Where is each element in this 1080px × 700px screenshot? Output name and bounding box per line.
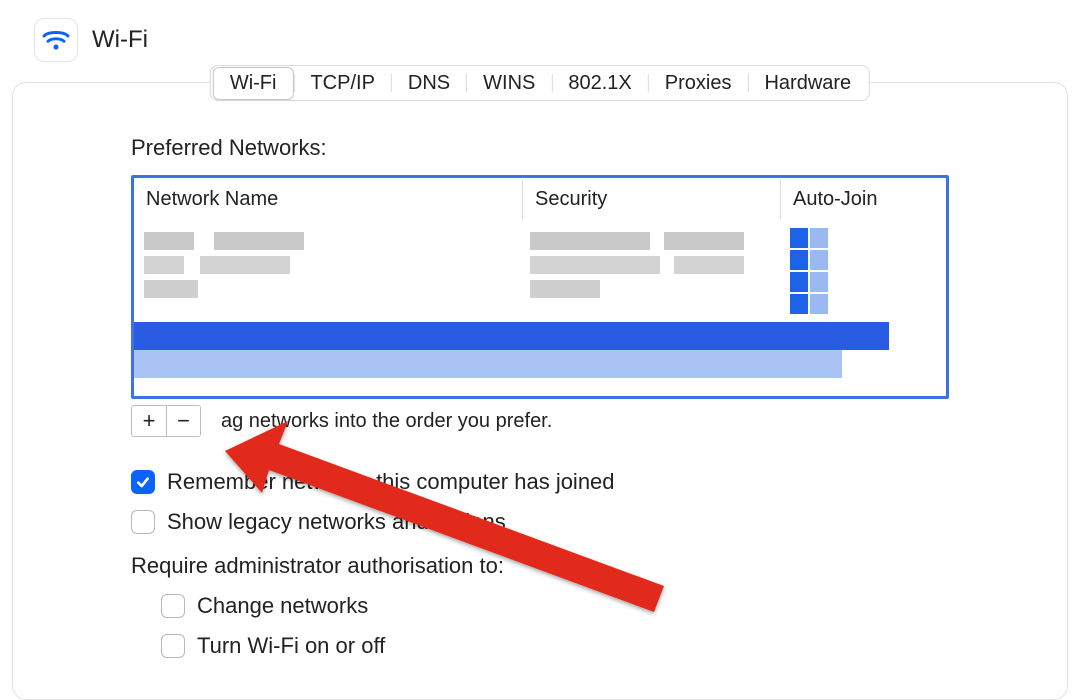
remember-networks-row[interactable]: Remember networks this computer has join…	[131, 469, 949, 495]
add-remove-group: + −	[131, 405, 201, 437]
tab-proxies[interactable]: Proxies	[649, 68, 748, 99]
tab-bar: Wi-Fi TCP/IP DNS WINS 802.1X Proxies Har…	[210, 65, 870, 101]
show-legacy-checkbox[interactable]	[131, 510, 155, 534]
require-admin-label: Require administrator authorisation to:	[131, 553, 949, 579]
tab-8021x[interactable]: 802.1X	[552, 68, 647, 99]
add-network-button[interactable]: +	[132, 406, 166, 436]
table-toolbar: + − ag networks into the order you prefe…	[131, 405, 949, 437]
tab-tcpip[interactable]: TCP/IP	[294, 68, 390, 99]
turn-wifi-label: Turn Wi-Fi on or off	[197, 633, 385, 659]
preferred-networks-table[interactable]: Network Name Security Auto-Join	[131, 175, 949, 399]
change-networks-row[interactable]: Change networks	[131, 593, 949, 619]
column-header-security[interactable]: Security	[522, 180, 780, 219]
remember-networks-label: Remember networks this computer has join…	[167, 469, 615, 495]
turn-wifi-checkbox[interactable]	[161, 634, 185, 658]
page-title: Wi-Fi	[92, 26, 148, 54]
tab-hardware[interactable]: Hardware	[748, 68, 867, 99]
show-legacy-label: Show legacy networks and options	[167, 509, 506, 535]
tab-wins[interactable]: WINS	[467, 68, 551, 99]
table-body-redacted[interactable]	[134, 220, 946, 396]
options-group: Remember networks this computer has join…	[131, 469, 949, 659]
table-row-selected[interactable]	[134, 322, 889, 350]
tab-wifi[interactable]: Wi-Fi	[213, 67, 294, 100]
change-networks-checkbox[interactable]	[161, 594, 185, 618]
table-row[interactable]	[134, 350, 842, 378]
turn-wifi-row[interactable]: Turn Wi-Fi on or off	[131, 633, 949, 659]
drag-hint-text: ag networks into the order you prefer.	[221, 410, 552, 433]
remember-networks-checkbox[interactable]	[131, 470, 155, 494]
window-body: Wi-Fi TCP/IP DNS WINS 802.1X Proxies Har…	[12, 82, 1068, 700]
tab-content: Preferred Networks: Network Name Securit…	[13, 83, 1067, 659]
column-header-network-name[interactable]: Network Name	[134, 180, 522, 219]
change-networks-label: Change networks	[197, 593, 368, 619]
table-header: Network Name Security Auto-Join	[134, 178, 946, 220]
wifi-icon	[34, 18, 78, 62]
column-header-auto-join[interactable]: Auto-Join	[780, 180, 946, 219]
preferred-networks-label: Preferred Networks:	[131, 135, 949, 161]
tab-dns[interactable]: DNS	[392, 68, 466, 99]
remove-network-button[interactable]: −	[166, 406, 200, 436]
show-legacy-row[interactable]: Show legacy networks and options	[131, 509, 949, 535]
